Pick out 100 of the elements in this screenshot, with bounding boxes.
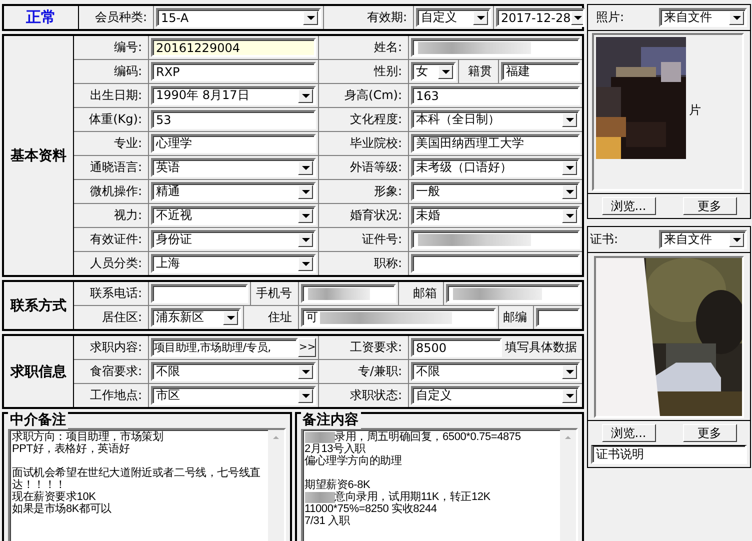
caret-icon	[303, 10, 318, 24]
caret-icon	[298, 208, 313, 222]
note-line: 录用，周五明确回复，6500*0.75=4875	[334, 431, 522, 443]
field-label: 专业:	[114, 135, 142, 152]
dropdown[interactable]: 不限	[411, 362, 580, 381]
dropdown[interactable]: 本科（全日制）	[411, 110, 580, 129]
field-label: 照片:	[596, 9, 624, 26]
note-line: 如果是市场8K都可以	[12, 503, 112, 515]
note-line: 11000*75%=8250 实收8244	[304, 503, 438, 515]
field-label: 邮编	[503, 309, 527, 326]
certificate-button[interactable]: 浏览...	[602, 424, 656, 442]
text-field[interactable]	[446, 284, 580, 303]
dropdown[interactable]: 自定义	[411, 386, 580, 405]
caret-icon	[298, 256, 313, 270]
caret-icon	[562, 364, 577, 378]
status-label: 正常	[26, 8, 56, 27]
field-label: 食宿要求:	[90, 363, 142, 380]
caret-icon	[298, 364, 313, 378]
dropdown[interactable]: 不限	[151, 362, 316, 381]
group-title: 备注内容	[300, 411, 360, 429]
note-line: 7/31 入职	[304, 515, 351, 527]
more-button[interactable]: >>	[298, 338, 316, 357]
dropdown[interactable]: 浦东新区	[151, 308, 241, 327]
text-field[interactable]: 心理学	[151, 134, 316, 153]
text-field[interactable]: 53	[151, 110, 316, 129]
text-field[interactable]: 项目助理,市场助理/专员,	[151, 338, 298, 357]
scrollbar[interactable]	[560, 430, 576, 541]
dropdown[interactable]: 市区	[151, 386, 316, 405]
text-field[interactable]: 20161229004	[151, 38, 316, 57]
field-label: 微机操作:	[90, 183, 142, 200]
dropdown[interactable]: 身份证	[151, 230, 316, 249]
note-line: 面试机会希望在世纪大道附近或者二号线，七号线直达！！！！	[12, 467, 262, 491]
text-field[interactable]	[411, 230, 580, 249]
field-label: 编号:	[114, 39, 142, 56]
note-line: 意向录用，试用期11K，转正12K	[334, 491, 492, 503]
caret-icon	[298, 388, 313, 402]
field-label: 证件号:	[362, 231, 402, 248]
caret-icon	[562, 160, 577, 174]
section-title: 联系方式	[10, 296, 66, 314]
field-label: 联系电话:	[90, 285, 142, 302]
caret-icon	[438, 64, 453, 78]
dropdown[interactable]: 不近视	[151, 206, 316, 225]
text-field[interactable]	[536, 308, 580, 327]
caret-icon	[298, 88, 313, 102]
photo-button[interactable]: 浏览...	[602, 197, 656, 215]
dropdown[interactable]: 未婚	[411, 206, 580, 225]
text-field[interactable]: 可	[301, 308, 496, 327]
field-label: 居住区:	[102, 309, 142, 326]
dropdown[interactable]: 英语	[151, 158, 316, 177]
photo-button[interactable]: 更多	[682, 197, 736, 215]
dropdown[interactable]: 精通	[151, 182, 316, 201]
text-field[interactable]	[411, 254, 580, 273]
field-label: 有效期:	[366, 9, 407, 26]
field-label: 求职状态:	[350, 387, 402, 404]
dropdown[interactable]: 自定义	[416, 8, 491, 27]
text-field[interactable]: 证书说明	[591, 445, 747, 464]
text-field[interactable]	[411, 38, 580, 57]
caret-icon	[473, 10, 488, 24]
text-area[interactable]: 求职方向：项目助理，市场策划 PPT好，表格好，英语好 面试机会希望在世纪大道附近或者二号线，七号线直达！！！！ 现在薪资要求10K 如果是市场8K都可以	[8, 428, 286, 541]
caret-icon	[223, 310, 238, 324]
certificate-button[interactable]: 更多	[682, 424, 736, 442]
field-label: 工作地点:	[90, 387, 142, 404]
note-line: 期望薪资6-8K	[304, 479, 372, 491]
dropdown[interactable]: 1990年 8月17日	[151, 86, 316, 105]
field-label: 邮箱	[413, 285, 437, 302]
dropdown[interactable]: 女	[411, 62, 456, 81]
text-field[interactable]: 福建	[501, 62, 580, 81]
caret-icon	[729, 232, 744, 246]
note-line: PPT好，表格好，英语好	[12, 443, 131, 455]
field-label: 会员种类:	[94, 9, 147, 26]
text-field[interactable]: RXP	[151, 62, 316, 81]
field-label: 毕业院校:	[350, 135, 402, 152]
scrollbar[interactable]	[268, 430, 284, 541]
note-line: 偏心理学方向的助理	[304, 455, 403, 467]
field-label: 体重(Kg):	[89, 111, 142, 128]
text-field[interactable]	[301, 284, 396, 303]
field-label: 住址	[268, 309, 292, 326]
text-field[interactable]: 美国田纳西理工大学	[411, 134, 580, 153]
field-label: 形象:	[374, 183, 402, 200]
field-label: 求职内容:	[90, 339, 142, 356]
text-field[interactable]: 163	[411, 86, 580, 105]
dropdown[interactable]: 来自文件	[659, 8, 747, 27]
field-label: 编码:	[114, 63, 142, 80]
caret-icon	[562, 208, 577, 222]
field-label: 手机号	[256, 285, 292, 302]
blurred-text	[308, 288, 370, 300]
dropdown[interactable]: 来自文件	[659, 230, 747, 249]
dropdown[interactable]: 2017-12-28	[496, 8, 585, 27]
dropdown[interactable]: 上海	[151, 254, 316, 273]
text-field[interactable]	[151, 284, 248, 303]
caret-icon	[729, 10, 744, 24]
field-label: 有效证件:	[90, 231, 142, 248]
field-label: 出生日期:	[90, 87, 142, 104]
caret-icon	[298, 184, 313, 198]
dropdown[interactable]: 未考级（口语好）	[411, 158, 580, 177]
text-field[interactable]: 8500	[411, 338, 502, 357]
text-area[interactable]: 录用，周五明确回复，6500*0.75=4875 2月13号入职 偏心理学方向的助理 期望薪资6-8K 意向录用，试用期11K，转正12K 11000*75%=8250 实收8244 7/31 入职	[300, 428, 578, 541]
dropdown[interactable]: 15-A	[156, 8, 321, 27]
dropdown[interactable]: 一般	[411, 182, 580, 201]
caret-icon	[562, 112, 577, 126]
